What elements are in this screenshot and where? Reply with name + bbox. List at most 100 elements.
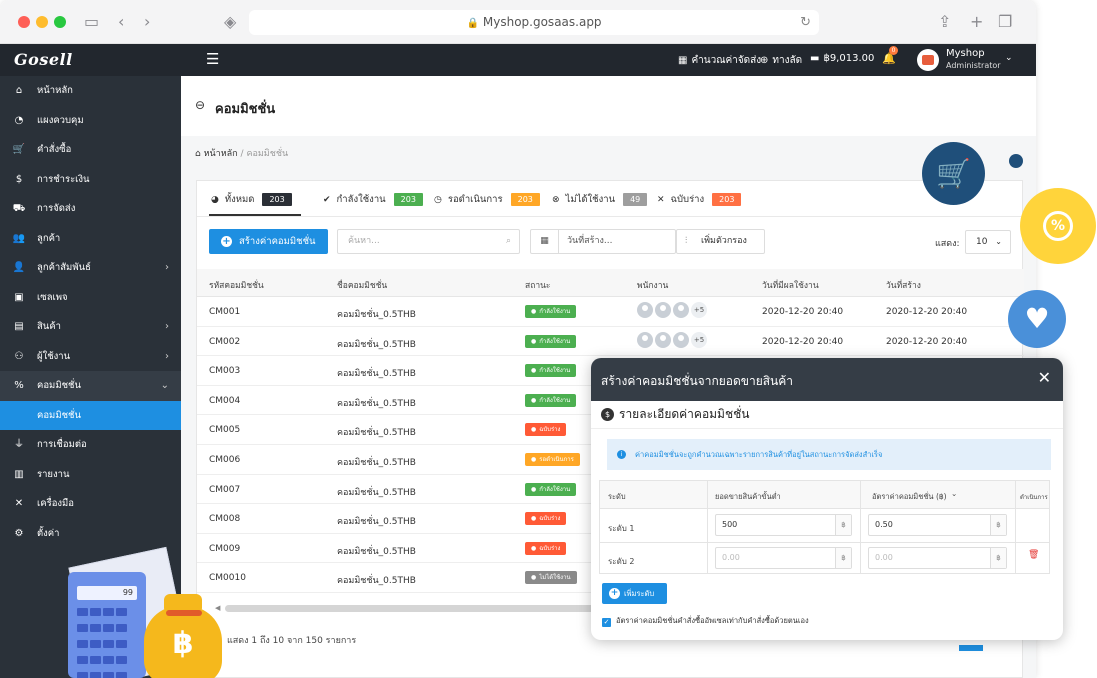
address-bar[interactable]: 🔒 Myshop.gosaas.app ↻	[249, 10, 819, 35]
calculator-illustration: 99	[68, 572, 146, 678]
user-avatar[interactable]	[917, 49, 939, 71]
commission-rate-input[interactable]: 0.50 ฿	[868, 514, 1007, 536]
tab-active[interactable]: ✔ กำลังใช้งาน 203	[323, 192, 423, 207]
tab-inactive[interactable]: ⊗ ไม่ได้ใช้งาน 49	[552, 192, 648, 207]
close-window-button[interactable]	[18, 16, 30, 28]
commission-code[interactable]: CM008	[209, 514, 240, 524]
created-date-picker[interactable]: ▦ วันที่สร้าง...	[530, 229, 676, 254]
commission-code[interactable]: CM006	[209, 455, 240, 465]
min-sales-placeholder: 0.00	[722, 553, 740, 562]
commission-code[interactable]: CM001	[209, 307, 240, 317]
new-tab-icon[interactable]: +	[970, 12, 983, 31]
commission-code[interactable]: CM009	[209, 544, 240, 554]
column-header[interactable]: สถานะ	[525, 278, 550, 292]
forward-arrow-icon[interactable]: ›	[144, 12, 150, 31]
tab-count-badge: 203	[712, 193, 742, 206]
table-row[interactable]: CM002 คอมมิชชั่น_0.5THB ● กำลังใช้งาน +5 2020…	[197, 327, 1024, 357]
reload-icon[interactable]: ↻	[800, 10, 811, 35]
cart-icon: 🛒	[12, 144, 26, 155]
chart-icon: ▥	[14, 468, 24, 480]
commission-code[interactable]: CM003	[209, 366, 240, 376]
upsell-rate-checkbox[interactable]: ✓ อัตราค่าคอมมิชชั่นคำสั่งซื้ออัพเซลเท่าก…	[602, 615, 809, 627]
tabs-overview-icon[interactable]: ❐	[998, 12, 1012, 31]
chevron-down-icon[interactable]: ⌄	[1005, 53, 1013, 63]
sidebar-item-payments[interactable]: $ การชำระเงิน	[0, 165, 181, 195]
commission-code[interactable]: CM005	[209, 425, 240, 435]
back-circle-icon[interactable]: ⊖	[195, 98, 205, 112]
sidebar-item-commission[interactable]: % คอมมิชชั่น ⌄	[0, 371, 181, 401]
sidebar-item-label: เซลเพจ	[37, 291, 68, 303]
chevron-down-icon[interactable]: ⌄	[951, 489, 957, 498]
sidebar-item-dashboard[interactable]: ◔ แผงควบคุม	[0, 106, 181, 136]
user-name[interactable]: Myshop	[946, 48, 985, 59]
close-icon[interactable]: ✕	[1038, 368, 1051, 387]
add-filter-button[interactable]: ⫶ เพิ่มตัวกรอง	[676, 229, 765, 254]
table-row[interactable]: CM001 คอมมิชชั่น_0.5THB ● กำลังใช้งาน +5 2020…	[197, 297, 1024, 327]
min-sales-input[interactable]: 0.00 ฿	[715, 547, 852, 569]
sidebar-item-salespage[interactable]: ▣ เซลเพจ	[0, 283, 181, 313]
commission-rate-value: 0.50	[875, 520, 893, 529]
commission-code[interactable]: CM007	[209, 485, 240, 495]
page-size-select[interactable]: 10 ⌄	[965, 230, 1011, 254]
horizontal-scrollbar[interactable]	[225, 605, 625, 612]
sidebar-item-reports[interactable]: ▥ รายงาน	[0, 460, 181, 490]
search-input[interactable]: ค้นหา... ⌕	[337, 229, 520, 254]
sidebar-item-orders[interactable]: 🛒 คำสั่งซื้อ	[0, 135, 181, 165]
status-badge: ● ไม่ได้ใช้งาน	[525, 571, 577, 585]
breadcrumb-home[interactable]: หน้าหลัก	[204, 149, 238, 159]
commission-code[interactable]: CM004	[209, 396, 240, 406]
scroll-left-icon[interactable]: ◀	[215, 604, 220, 612]
tab-all[interactable]: ◕ ทั้งหมด 203	[211, 192, 292, 207]
column-header[interactable]: วันที่สร้าง	[886, 278, 921, 292]
sidebar-item-home[interactable]: ⌂ หน้าหลัก	[0, 76, 181, 106]
sidebar-toggle-icon[interactable]: ▭	[84, 12, 99, 31]
trash-icon[interactable]: 🗑	[1028, 550, 1039, 560]
pagination-button[interactable]	[959, 645, 983, 651]
commission-name: คอมมิชชั่น_0.5THB	[337, 369, 416, 380]
created-date: 2020-12-20 20:40	[886, 336, 968, 347]
maximize-window-button[interactable]	[54, 16, 66, 28]
sidebar-item-staff[interactable]: ⚇ ผู้ใช้งาน ›	[0, 342, 181, 372]
commission-code[interactable]: CM002	[209, 337, 240, 347]
commission-rate-input[interactable]: 0.00 ฿	[868, 547, 1007, 569]
staff-icon: ⚇	[14, 350, 24, 362]
shortcut-button[interactable]: ⊕ ทางลัด	[760, 53, 802, 68]
commission-code[interactable]: CM0010	[209, 573, 246, 583]
hamburger-menu-icon[interactable]: ☰	[206, 50, 219, 68]
sidebar-subitem-commission[interactable]: คอมมิชชั่น	[0, 400, 181, 430]
home-icon[interactable]: ⌂	[195, 149, 201, 159]
tab-draft[interactable]: ✕ ฉบับร่าง 203	[657, 192, 742, 207]
sidebar-item-customers[interactable]: 👥 ลูกค้า	[0, 224, 181, 254]
shipping-calculator-button[interactable]: ▦ คำนวณค่าจัดส่ง	[678, 53, 761, 68]
column-header[interactable]: ชื่อคอมมิชชั่น	[337, 278, 387, 292]
wallet-balance[interactable]: ▬ ฿9,013.00	[810, 53, 874, 64]
minimize-window-button[interactable]	[36, 16, 48, 28]
staff-avatars[interactable]: +5	[637, 331, 707, 348]
shield-icon[interactable]: ◈	[224, 12, 236, 31]
create-commission-button[interactable]: + สร้างค่าคอมมิชชั่น	[209, 229, 328, 254]
sidebar-item-tools[interactable]: ✕ เครื่องมือ	[0, 489, 181, 519]
column-header[interactable]: พนักงาน	[637, 278, 668, 292]
sidebar-item-integrations[interactable]: ⏚ การเชื่อมต่อ	[0, 430, 181, 460]
sidebar-item-shipping[interactable]: ⛟ การจัดส่ง	[0, 194, 181, 224]
more-staff-count: +5	[691, 331, 707, 348]
calculator-icon: ▦	[678, 55, 688, 66]
staff-avatars[interactable]: +5	[637, 302, 707, 318]
share-icon[interactable]: ⇪	[938, 12, 951, 31]
min-sales-input[interactable]: 500 ฿	[715, 514, 852, 536]
status-text: กำลังใช้งาน	[539, 308, 571, 315]
gosell-logo[interactable]: Gosell	[14, 50, 73, 69]
column-header[interactable]: วันที่มีผลใช้งาน	[762, 278, 819, 292]
back-arrow-icon[interactable]: ‹	[118, 12, 124, 31]
sidebar-item-products[interactable]: ▤ สินค้า ›	[0, 312, 181, 342]
percent-icon: %	[1043, 211, 1073, 241]
sidebar-item-crm[interactable]: 👤 ลูกค้าสัมพันธ์ ›	[0, 253, 181, 283]
column-header[interactable]: รหัสคอมมิชชั่น	[209, 278, 264, 292]
plug-icon: ⏚	[14, 439, 24, 450]
tab-pending[interactable]: ◷ รอดำเนินการ 203	[434, 192, 540, 207]
floating-heart-icon: ♥	[1008, 290, 1066, 348]
add-level-button[interactable]: + เพิ่มระดับ	[602, 583, 667, 604]
column-header: ระดับ	[608, 492, 626, 501]
sidebar-item-settings[interactable]: ⚙ ตั้งค่า	[0, 519, 181, 549]
column-header: อัตราค่าคอมมิชชั่น (฿)	[872, 492, 947, 501]
